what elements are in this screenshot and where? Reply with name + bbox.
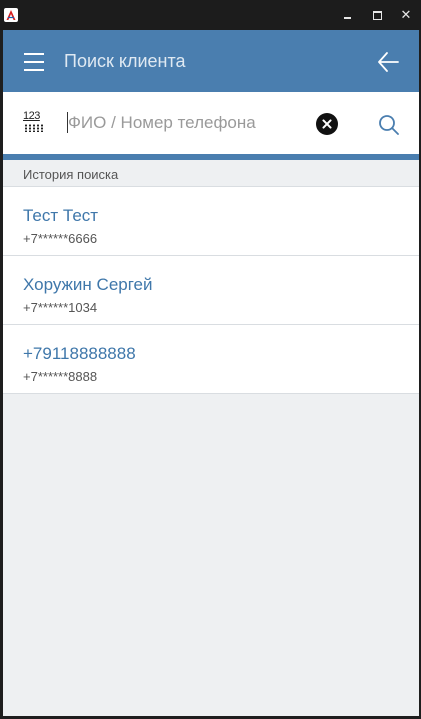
client-phone: +7******6666 — [23, 231, 98, 246]
keyboard-toggle-label: 123 — [23, 110, 40, 122]
client-name: Хоружин Сергей — [23, 275, 153, 294]
search-input[interactable] — [66, 109, 306, 137]
app-window: ✕ Поиск клиента 123 ФИО / Номер телефона… — [0, 0, 421, 719]
client-phone: +7******1034 — [23, 300, 98, 315]
history-header: История поиска — [3, 160, 419, 187]
hamburger-menu-icon[interactable] — [24, 53, 44, 71]
search-icon[interactable] — [378, 114, 400, 136]
back-arrow-icon[interactable] — [377, 51, 399, 73]
app-bar: Поиск клиента — [3, 30, 419, 92]
app-logo-icon — [4, 8, 18, 22]
history-list: Тест Тест +7******6666 Хоружин Сергей +7… — [3, 187, 419, 394]
list-item[interactable]: +79118888888 +7******8888 — [3, 325, 419, 394]
clear-circle-icon[interactable] — [316, 113, 338, 135]
close-icon[interactable]: ✕ — [398, 7, 414, 23]
client-name: +79118888888 — [23, 344, 136, 363]
maximize-icon[interactable] — [370, 7, 386, 23]
page-title: Поиск клиента — [64, 51, 186, 71]
app-screen: Поиск клиента 123 Ис — [3, 30, 419, 716]
minimize-icon[interactable] — [341, 7, 357, 23]
list-item[interactable]: Хоружин Сергей +7******1034 — [3, 256, 419, 325]
client-phone: +7******8888 — [23, 369, 98, 384]
numeric-keyboard-icon[interactable]: 123 — [23, 110, 45, 134]
list-item[interactable]: Тест Тест +7******6666 — [3, 187, 419, 256]
client-name: Тест Тест — [23, 206, 99, 225]
window-titlebar[interactable]: ✕ — [0, 0, 421, 30]
search-bar: 123 — [3, 92, 419, 154]
history-header-label: История поиска — [23, 167, 119, 182]
keyboard-keys-icon — [24, 124, 44, 132]
text-caret — [67, 112, 68, 133]
